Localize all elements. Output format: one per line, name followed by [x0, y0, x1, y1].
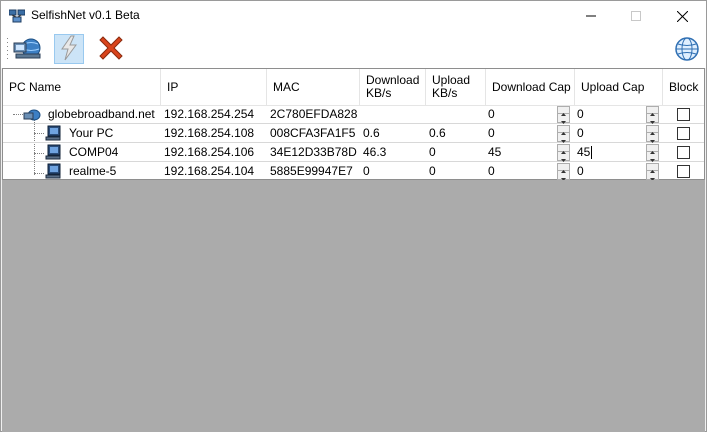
scan-network-button[interactable] — [13, 34, 43, 64]
block-checkbox[interactable] — [677, 108, 690, 121]
table-row[interactable]: globebroadband.net 192.168.254.254 2C780… — [3, 105, 704, 124]
upload-cap-value: 45 — [577, 145, 591, 159]
download-cap-stepper[interactable]: 0 — [486, 125, 570, 143]
pc-name: globebroadband.net — [48, 107, 155, 121]
maximize-button[interactable] — [613, 1, 659, 31]
globe-icon — [674, 36, 700, 65]
computer-icon — [45, 162, 61, 181]
stepper-down-icon[interactable] — [647, 115, 658, 124]
pc-name: realme-5 — [69, 164, 117, 178]
download-rate: 0 — [363, 164, 370, 178]
stepper-down-icon[interactable] — [647, 134, 658, 143]
upload-cap-stepper[interactable]: 0 — [575, 125, 659, 143]
toolbar — [1, 31, 706, 68]
column-header-block[interactable]: Block — [663, 69, 704, 105]
pc-name: COMP04 — [69, 145, 119, 159]
download-cap-stepper[interactable]: 0 — [486, 163, 570, 181]
pc-name: Your PC — [69, 126, 114, 140]
app-window: SelfishNet v0.1 Beta PC Name IP MAC Down… — [0, 0, 707, 432]
column-header-download-cap[interactable]: Download Cap — [486, 69, 575, 105]
text-caret — [591, 146, 593, 160]
block-checkbox[interactable] — [677, 165, 690, 178]
network-app-icon — [8, 9, 26, 23]
ip-address: 192.168.254.108 — [164, 126, 255, 140]
mac-address: 34E12D33B78D — [270, 145, 357, 159]
block-checkbox[interactable] — [677, 127, 690, 140]
title-bar[interactable]: SelfishNet v0.1 Beta — [1, 1, 706, 31]
upload-cap-stepper[interactable]: 45 — [575, 144, 659, 162]
close-icon — [676, 10, 688, 22]
red-x-stop-icon — [97, 34, 125, 65]
toolbar-grip[interactable] — [6, 36, 9, 62]
upload-rate: 0 — [429, 164, 436, 178]
download-cap-stepper[interactable]: 0 — [486, 106, 570, 124]
about-button[interactable] — [672, 35, 702, 65]
column-header-pc-name[interactable]: PC Name — [3, 69, 161, 105]
stepper-down-icon[interactable] — [558, 172, 569, 181]
column-header-ip[interactable]: IP — [161, 69, 267, 105]
maximize-icon — [631, 11, 641, 21]
lightning-start-icon — [58, 35, 80, 64]
close-button[interactable] — [659, 1, 705, 31]
stepper-down-icon[interactable] — [647, 153, 658, 162]
upload-cap-stepper[interactable]: 0 — [575, 106, 659, 124]
mac-address: 008CFA3FA1F5 — [270, 126, 356, 140]
stepper-down-icon[interactable] — [558, 153, 569, 162]
column-header-download-rate[interactable]: Download KB/s — [360, 69, 426, 105]
ip-address: 192.168.254.104 — [164, 164, 255, 178]
computer-icon — [45, 143, 61, 162]
stepper-up-icon[interactable] — [558, 145, 569, 154]
device-list[interactable]: PC Name IP MAC Download KB/s Upload KB/s… — [2, 68, 705, 181]
start-button[interactable] — [54, 34, 84, 64]
column-header-mac[interactable]: MAC — [267, 69, 360, 105]
stepper-up-icon[interactable] — [558, 164, 569, 173]
stop-button[interactable] — [96, 34, 126, 64]
ip-address: 192.168.254.254 — [164, 107, 255, 121]
window-title: SelfishNet v0.1 Beta — [31, 8, 140, 22]
ip-address: 192.168.254.106 — [164, 145, 255, 159]
mac-address: 5885E99947E7 — [270, 164, 353, 178]
stepper-down-icon[interactable] — [558, 115, 569, 124]
download-cap-stepper[interactable]: 45 — [486, 144, 570, 162]
computer-icon — [45, 124, 61, 143]
block-checkbox[interactable] — [677, 146, 690, 159]
table-row[interactable]: COMP04 192.168.254.106 34E12D33B78D 46.3… — [3, 143, 704, 162]
table-row[interactable]: realme-5 192.168.254.104 5885E99947E7 0 … — [3, 162, 704, 181]
column-header-upload-rate[interactable]: Upload KB/s — [426, 69, 486, 105]
router-icon — [23, 105, 41, 124]
upload-cap-stepper[interactable]: 0 — [575, 163, 659, 181]
download-rate: 46.3 — [363, 145, 387, 159]
stepper-up-icon[interactable] — [558, 107, 569, 116]
minimize-icon — [586, 11, 596, 21]
stepper-up-icon[interactable] — [647, 164, 658, 173]
stepper-down-icon[interactable] — [647, 172, 658, 181]
upload-rate: 0 — [429, 145, 436, 159]
stepper-up-icon[interactable] — [558, 126, 569, 135]
stepper-up-icon[interactable] — [647, 107, 658, 116]
stepper-up-icon[interactable] — [647, 126, 658, 135]
table-row[interactable]: Your PC 192.168.254.108 008CFA3FA1F5 0.6… — [3, 124, 704, 143]
stepper-down-icon[interactable] — [558, 134, 569, 143]
empty-list-area — [2, 180, 705, 432]
upload-rate: 0.6 — [429, 126, 446, 140]
network-scan-icon — [13, 35, 43, 64]
download-rate: 0.6 — [363, 126, 380, 140]
mac-address: 2C780EFDA828 — [270, 107, 358, 121]
stepper-up-icon[interactable] — [647, 145, 658, 154]
column-header-upload-cap[interactable]: Upload Cap — [575, 69, 663, 105]
minimize-button[interactable] — [568, 1, 614, 31]
